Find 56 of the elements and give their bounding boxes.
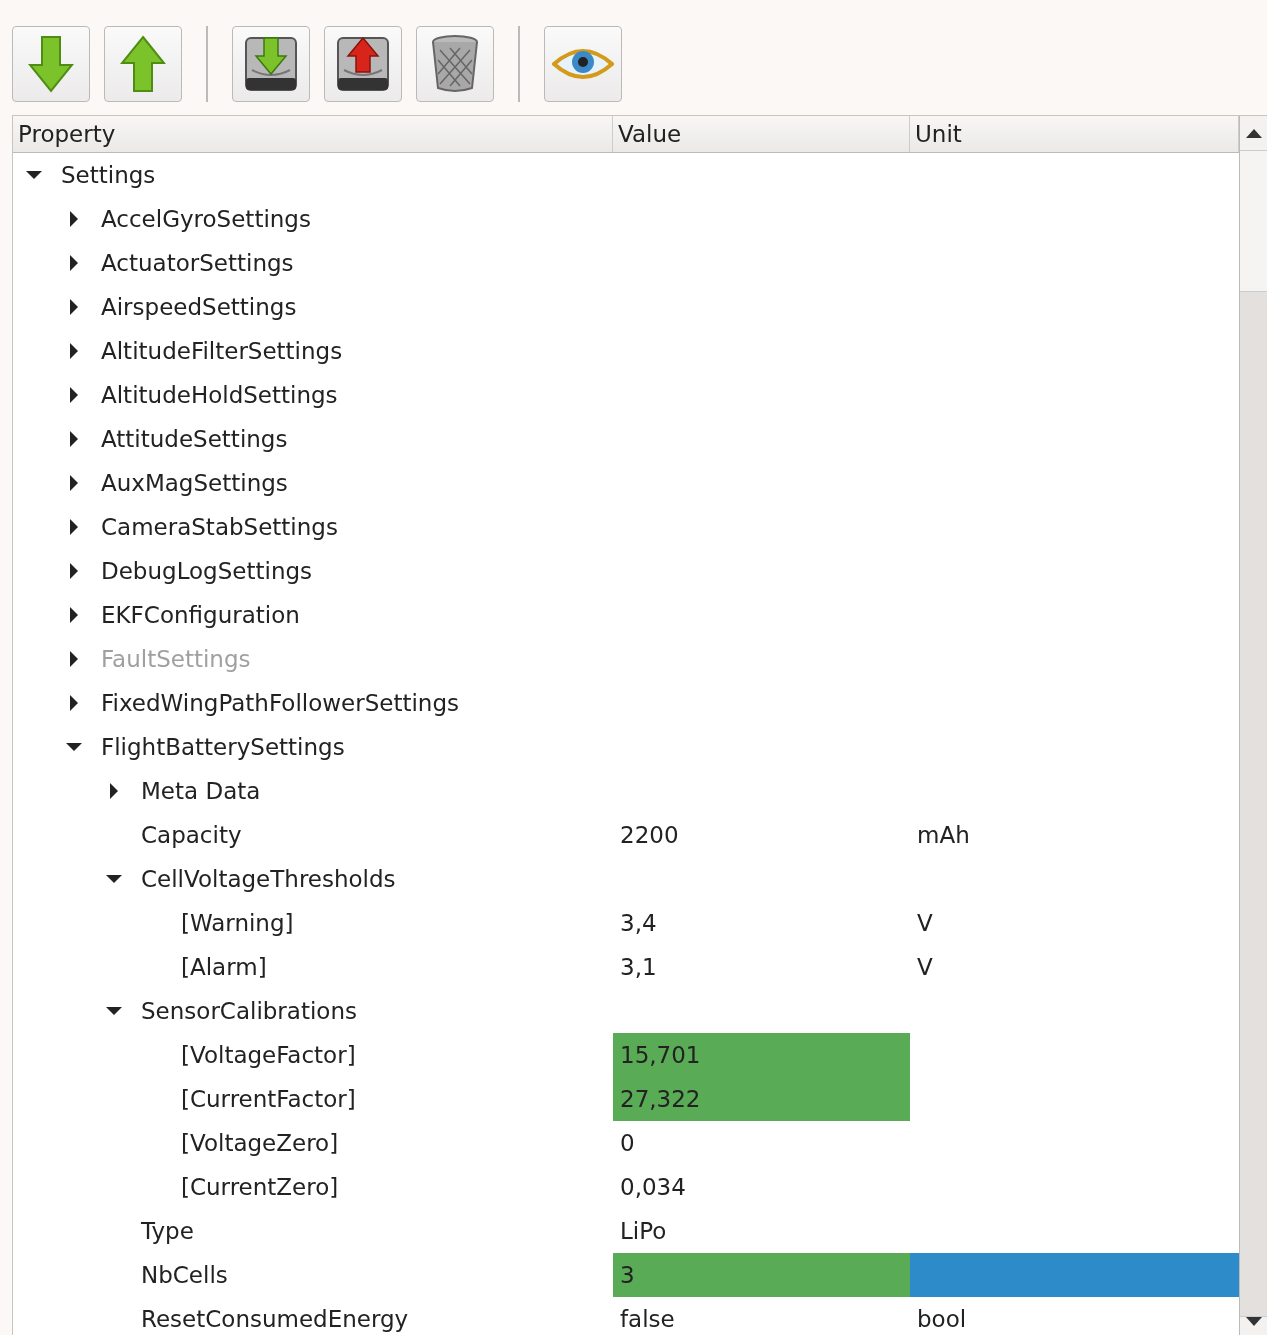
property-name[interactable]: SensorCalibrations [141, 998, 357, 1024]
up-arrow-icon [120, 35, 166, 93]
selected-unit-cell[interactable] [910, 1253, 1239, 1297]
property-value: LiPo [620, 1218, 667, 1244]
property-unit: V [917, 954, 933, 980]
property-name[interactable]: FixedWingPathFollowerSettings [101, 690, 460, 716]
property-name[interactable]: Type [141, 1218, 194, 1244]
property-name[interactable]: AttitudeSettings [101, 426, 288, 452]
property-name[interactable]: AltitudeHoldSettings [101, 382, 338, 408]
upload-button[interactable] [104, 26, 182, 102]
property-value: 0,034 [620, 1174, 686, 1200]
property-name[interactable]: Meta Data [141, 778, 261, 804]
property-name[interactable]: CameraStabSettings [101, 514, 338, 540]
property-name[interactable]: DebugLogSettings [101, 558, 313, 584]
property-name[interactable]: [Warning] [181, 910, 294, 936]
column-header[interactable]: Value [613, 116, 910, 152]
property-name[interactable]: [CurrentZero] [181, 1174, 339, 1200]
property-unit: bool [917, 1306, 967, 1332]
scrollbar-thumb[interactable] [1240, 151, 1267, 292]
property-name[interactable]: EKFConfiguration [101, 602, 300, 628]
property-value: 3,4 [620, 910, 657, 936]
property-value: 3 [620, 1262, 635, 1288]
down-arrow-icon [28, 35, 74, 93]
column-header[interactable]: Property [13, 116, 613, 152]
property-value: 15,701 [620, 1042, 701, 1068]
property-name[interactable]: AuxMagSettings [101, 470, 288, 496]
property-name[interactable]: AccelGyroSettings [101, 206, 311, 232]
property-unit: mAh [917, 822, 970, 848]
scrollbar[interactable] [1239, 116, 1267, 1335]
property-name[interactable]: ActuatorSettings [101, 250, 294, 276]
property-value: false [620, 1306, 675, 1332]
property-unit: V [917, 910, 933, 936]
trash-icon [430, 34, 480, 94]
save-button[interactable] [232, 26, 310, 102]
property-name[interactable]: AltitudeFilterSettings [101, 338, 343, 364]
load-button[interactable] [324, 26, 402, 102]
property-name[interactable]: NbCells [141, 1262, 228, 1288]
scroll-up-icon[interactable] [1245, 128, 1262, 138]
property-name[interactable]: [VoltageZero] [181, 1130, 339, 1156]
delete-button[interactable] [416, 26, 494, 102]
property-name[interactable]: FlightBatterySettings [101, 734, 345, 760]
property-value: 2200 [620, 822, 679, 848]
property-name[interactable]: ResetConsumedEnergy [141, 1306, 409, 1332]
property-name[interactable]: [VoltageFactor] [181, 1042, 356, 1068]
download-button[interactable] [12, 26, 90, 102]
property-name[interactable]: Capacity [141, 822, 242, 848]
property-name[interactable]: [CurrentFactor] [181, 1086, 356, 1112]
property-value: 3,1 [620, 954, 657, 980]
property-name[interactable]: Settings [61, 162, 156, 188]
property-name[interactable]: [Alarm] [181, 954, 267, 980]
property-value: 27,322 [620, 1086, 701, 1112]
property-value: 0 [620, 1130, 635, 1156]
property-name[interactable]: CellVoltageThresholds [141, 866, 396, 892]
view-button[interactable] [544, 26, 622, 102]
scroll-down-icon[interactable] [1245, 1317, 1262, 1326]
property-name[interactable]: AirspeedSettings [101, 294, 297, 320]
